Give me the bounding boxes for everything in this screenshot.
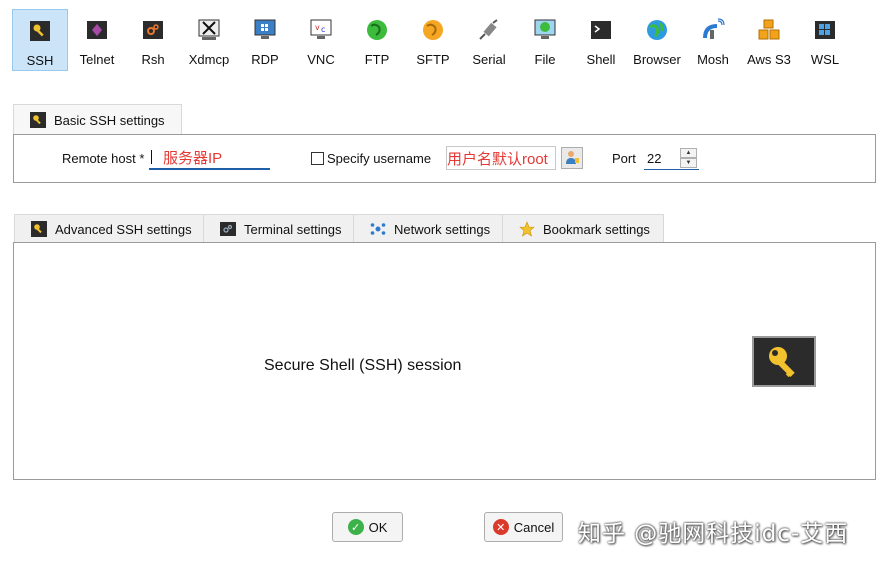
port-spinner[interactable]: ▲ ▼: [680, 148, 697, 168]
aws-s3-cubes-icon: [757, 18, 781, 42]
tab-bookmark-settings[interactable]: Bookmark settings: [502, 214, 664, 243]
serial-plug-icon: [477, 18, 501, 42]
remote-host-input[interactable]: 服务器IP: [149, 146, 270, 170]
session-description: Secure Shell (SSH) session: [264, 357, 462, 374]
tab-label: Network settings: [394, 221, 491, 237]
session-type-toolbar: SSH Telnet Rsh Xdmcp RDP vc VNC FTP SFTP…: [12, 9, 872, 71]
ok-button-label: OK: [368, 519, 388, 535]
key-icon: [31, 221, 47, 237]
port-label: Port: [612, 151, 636, 166]
sftp-globe-icon: [421, 18, 445, 42]
key-icon: [28, 19, 52, 43]
rsh-icon: [141, 18, 165, 42]
session-type-file[interactable]: File: [517, 9, 573, 71]
key-icon: [30, 112, 46, 128]
session-type-label: VNC: [307, 52, 335, 67]
file-monitor-icon: [533, 18, 557, 42]
session-type-label: FTP: [364, 52, 390, 67]
session-type-label: Shell: [586, 52, 616, 67]
session-type-label: Rsh: [141, 52, 165, 67]
session-type-label: Browser: [633, 52, 681, 67]
username-value: 用户名默认root: [447, 150, 548, 168]
browser-globe-icon: [645, 18, 669, 42]
session-type-label: Serial: [472, 52, 506, 67]
tab-basic-ssh-settings[interactable]: Basic SSH settings: [13, 104, 182, 135]
session-type-aws-s3[interactable]: Aws S3: [741, 9, 797, 71]
remote-host-value: 服务器IP: [163, 149, 223, 167]
svg-text:v: v: [315, 23, 320, 32]
port-value: 22: [647, 150, 662, 166]
telnet-icon: [85, 18, 109, 42]
session-type-wsl[interactable]: WSL: [797, 9, 853, 71]
session-type-vnc[interactable]: vc VNC: [293, 9, 349, 71]
tab-terminal-settings[interactable]: Terminal settings: [203, 214, 354, 243]
session-type-ssh[interactable]: SSH: [12, 9, 68, 71]
session-type-label: File: [534, 52, 556, 67]
session-type-serial[interactable]: Serial: [461, 9, 517, 71]
text-caret: [151, 150, 152, 164]
session-type-label: WSL: [810, 52, 840, 67]
session-type-label: SSH: [26, 53, 54, 68]
session-type-sftp[interactable]: SFTP: [405, 9, 461, 71]
session-type-label: Xdmcp: [188, 52, 230, 67]
session-type-label: SFTP: [416, 52, 450, 67]
spin-up-icon[interactable]: ▲: [680, 148, 697, 158]
session-type-telnet[interactable]: Telnet: [69, 9, 125, 71]
ftp-globe-icon: [365, 18, 389, 42]
shell-terminal-icon: [589, 18, 613, 42]
wsl-windows-icon: [813, 18, 837, 42]
session-type-label: Telnet: [79, 52, 115, 67]
mosh-satellite-icon: [701, 18, 725, 42]
remote-host-label: Remote host *: [62, 151, 145, 166]
cancel-button[interactable]: ✕ Cancel: [484, 512, 563, 542]
tab-advanced-ssh-settings[interactable]: Advanced SSH settings: [14, 214, 204, 243]
check-icon: ✓: [347, 519, 364, 535]
cancel-icon: ✕: [492, 519, 509, 535]
vnc-icon: vc: [309, 18, 333, 42]
user-picker-button[interactable]: [561, 147, 583, 169]
session-type-rsh[interactable]: Rsh: [125, 9, 181, 71]
user-icon: [564, 149, 580, 168]
username-input[interactable]: 用户名默认root: [446, 146, 556, 170]
tab-label: Advanced SSH settings: [55, 221, 192, 237]
rdp-monitor-icon: [253, 18, 277, 42]
session-type-browser[interactable]: Browser: [629, 9, 685, 71]
specify-username-checkbox[interactable]: [311, 152, 324, 165]
terminal-icon: [220, 221, 236, 237]
svg-text:c: c: [321, 25, 325, 34]
network-icon: [370, 221, 386, 237]
tab-network-settings[interactable]: Network settings: [353, 214, 503, 243]
session-type-shell[interactable]: Shell: [573, 9, 629, 71]
session-type-rdp[interactable]: RDP: [237, 9, 293, 71]
tab-label: Basic SSH settings: [54, 112, 165, 128]
specify-username-label[interactable]: Specify username: [327, 151, 431, 166]
star-icon: [519, 221, 535, 237]
session-type-label: Aws S3: [747, 52, 791, 67]
ssh-key-icon: [752, 336, 816, 387]
watermark: 知乎 @驰网科技idc-艾西: [578, 521, 849, 547]
ok-button[interactable]: ✓ OK: [332, 512, 403, 542]
xdmcp-icon: [197, 18, 221, 42]
tab-label: Terminal settings: [244, 221, 342, 237]
session-type-ftp[interactable]: FTP: [349, 9, 405, 71]
session-type-label: RDP: [251, 52, 279, 67]
session-type-label: Mosh: [697, 52, 729, 67]
session-type-mosh[interactable]: Mosh: [685, 9, 741, 71]
tab-label: Bookmark settings: [543, 221, 650, 237]
cancel-button-label: Cancel: [513, 519, 555, 535]
session-type-xdmcp[interactable]: Xdmcp: [181, 9, 237, 71]
spin-down-icon[interactable]: ▼: [680, 158, 697, 168]
